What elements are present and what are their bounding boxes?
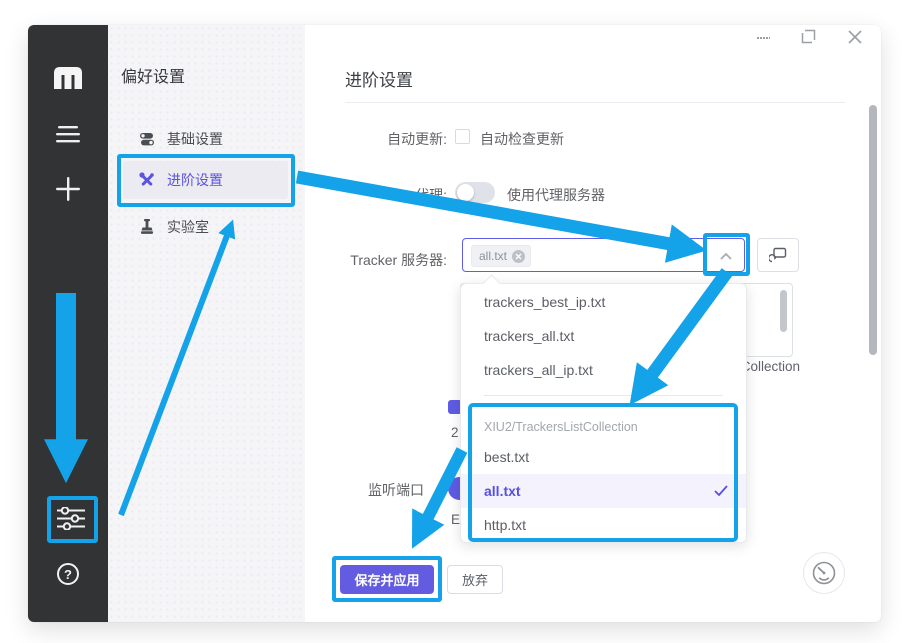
lab-stamp-icon xyxy=(139,219,155,235)
auto-update-option-label[interactable]: 自动检查更新 xyxy=(480,129,564,149)
background-letter-fragment: E xyxy=(451,512,460,527)
sidebar-item-label: 进阶设置 xyxy=(167,170,223,190)
sidebar-item-basic-settings[interactable]: 基础设置 xyxy=(123,124,288,154)
toggle-knob xyxy=(457,184,474,201)
dropdown-option-selected[interactable]: all.txt xyxy=(461,474,746,508)
dropdown-option[interactable]: best.txt xyxy=(461,440,746,474)
sidebar-item-label: 基础设置 xyxy=(167,129,223,149)
chevron-up-icon[interactable] xyxy=(720,253,732,260)
app-window: ? 偏好设置 基础设置 xyxy=(28,25,881,622)
dropdown-divider xyxy=(484,395,723,396)
close-button[interactable] xyxy=(845,27,864,46)
tracker-dropdown: trackers_best_ip.txt trackers_all.txt tr… xyxy=(460,283,747,543)
toggles-icon xyxy=(139,131,155,147)
title-divider xyxy=(345,102,845,103)
proxy-label: 代理: xyxy=(278,185,447,205)
tools-icon xyxy=(139,172,155,188)
tracker-select-input[interactable]: all.txt xyxy=(462,238,745,272)
preferences-panel: 偏好设置 基础设置 xyxy=(108,25,305,622)
speed-limit-button[interactable] xyxy=(803,552,845,594)
screen: ? 偏好设置 基础设置 xyxy=(0,0,906,643)
maximize-icon xyxy=(801,29,816,44)
save-apply-button[interactable]: 保存并应用 xyxy=(340,565,434,594)
page-title: 进阶设置 xyxy=(345,66,413,91)
maximize-button[interactable] xyxy=(800,28,817,45)
tag-remove-icon[interactable] xyxy=(512,250,525,263)
help-icon: ? xyxy=(64,567,72,582)
dropdown-option[interactable]: http.txt xyxy=(461,508,746,542)
dropdown-option[interactable]: trackers_all.txt xyxy=(461,319,746,353)
main-scrollbar[interactable] xyxy=(869,105,877,355)
preferences-title: 偏好设置 xyxy=(121,63,185,87)
auto-update-label: 自动更新: xyxy=(278,129,447,149)
motrix-logo-icon xyxy=(54,67,82,89)
sidebar-item-lab[interactable]: 实验室 xyxy=(123,212,288,242)
selected-tag: all.txt xyxy=(471,245,531,267)
proxy-option-label: 使用代理服务器 xyxy=(507,185,605,205)
textarea-scrollbar[interactable] xyxy=(780,290,787,332)
sidebar-item-advanced-settings[interactable]: 进阶设置 xyxy=(123,161,288,199)
auto-update-checkbox[interactable] xyxy=(455,129,470,144)
help-button[interactable]: ? xyxy=(57,563,79,585)
nav-rail: ? xyxy=(28,25,108,622)
check-icon xyxy=(714,485,728,496)
discard-button[interactable]: 放弃 xyxy=(447,565,503,594)
preferences-sliders-icon[interactable] xyxy=(57,507,85,530)
speedometer-icon xyxy=(811,560,837,586)
add-task-icon[interactable] xyxy=(56,177,80,201)
sidebar-item-label: 实验室 xyxy=(167,217,209,237)
tag-label: all.txt xyxy=(479,249,507,263)
dropdown-option[interactable]: trackers_all_ip.txt xyxy=(461,353,746,387)
sync-trackers-button[interactable] xyxy=(757,238,799,272)
minimize-icon xyxy=(756,30,771,45)
dropdown-option[interactable]: trackers_best_ip.txt xyxy=(461,285,746,319)
tracker-server-label: Tracker 服务器: xyxy=(278,250,447,270)
background-digit-fragment: 2 xyxy=(451,425,459,440)
close-icon xyxy=(847,29,863,45)
sync-icon xyxy=(769,247,787,263)
task-list-icon[interactable] xyxy=(56,126,80,143)
minimize-button[interactable] xyxy=(755,29,771,45)
proxy-toggle[interactable] xyxy=(455,182,495,203)
dropdown-group-label: XIU2/TrackersListCollection xyxy=(461,414,746,440)
